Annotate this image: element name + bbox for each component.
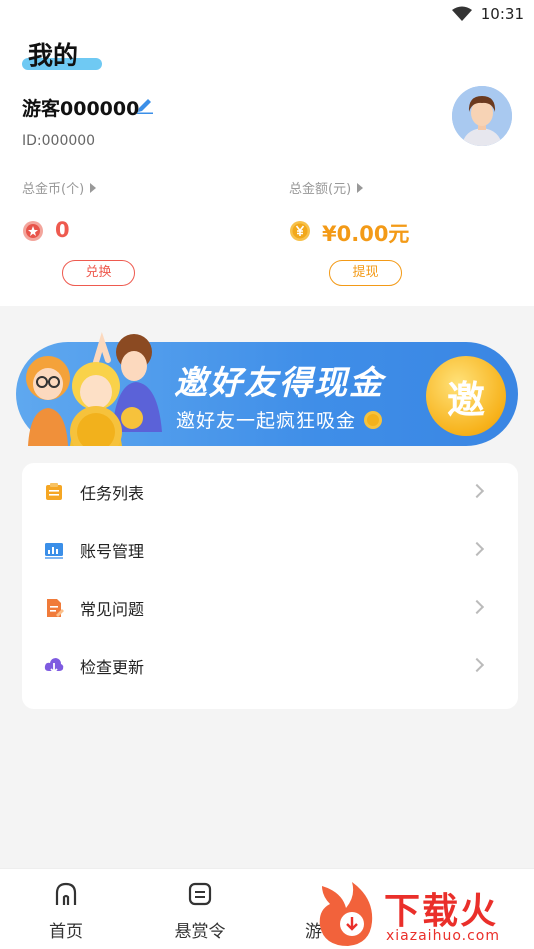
chevron-right-icon: [469, 599, 485, 615]
banner-title: 邀好友得现金: [174, 363, 384, 402]
wifi-icon: [452, 6, 472, 21]
withdraw-button[interactable]: 提现: [329, 260, 402, 286]
menu-label: 常见问题: [80, 600, 145, 619]
balance-label[interactable]: 总金额(元): [289, 178, 364, 197]
coin-icon: [364, 411, 383, 429]
banner-subtitle: 邀好友一起疯狂吸金: [176, 406, 383, 433]
watermark: 下载火 xiazaihuo.com: [312, 878, 534, 949]
page-title: 我的: [28, 41, 79, 70]
menu-card: 任务列表 账号管理 常见问题 检查更新: [22, 463, 518, 709]
bounty-icon: [188, 882, 212, 906]
avatar-icon: [452, 86, 512, 146]
coins-label[interactable]: 总金币(个): [22, 178, 97, 197]
watermark-brand: 下载火: [384, 891, 499, 932]
edit-icon[interactable]: [136, 94, 154, 114]
user-id: ID:000000: [22, 133, 96, 149]
avatar[interactable]: [452, 86, 512, 146]
nav-item-home[interactable]: 首页: [16, 869, 116, 949]
menu-item-task-list[interactable]: 任务列表: [22, 463, 518, 521]
menu-label: 任务列表: [80, 484, 145, 503]
menu-label: 检查更新: [80, 658, 145, 677]
caret-right-icon: [90, 183, 97, 193]
invite-banner[interactable]: 邀好友得现金 邀好友一起疯狂吸金 邀: [16, 332, 518, 446]
coins-value: 0: [55, 218, 70, 242]
chevron-right-icon: [469, 657, 485, 673]
home-icon: [55, 882, 77, 905]
account-icon: [45, 543, 63, 559]
faq-icon: [47, 599, 64, 617]
watermark-url: xiazaihuo.com: [386, 928, 500, 944]
yen-coin-icon: [290, 221, 310, 241]
nav-item-bounty[interactable]: 悬赏令: [150, 869, 250, 949]
update-icon: [44, 658, 64, 674]
banner-illustration: [26, 332, 162, 446]
nav-label: 悬赏令: [174, 922, 226, 942]
menu-item-account[interactable]: 账号管理: [22, 521, 518, 579]
exchange-button[interactable]: 兑换: [62, 260, 135, 286]
status-time: 10:31: [480, 5, 524, 23]
profile-header: 我的 游客000000 ID:000000 总金币(个) 0 兑换 总金额(元)…: [0, 28, 534, 306]
caret-right-icon: [357, 183, 364, 193]
menu-item-check-update[interactable]: 检查更新: [22, 637, 518, 695]
chevron-right-icon: [469, 541, 485, 557]
invite-badge: 邀: [426, 356, 506, 436]
nav-label: 首页: [49, 922, 83, 942]
task-list-icon: [46, 483, 62, 500]
balance-value: ¥0.00元: [322, 222, 410, 246]
flame-logo-icon: [319, 882, 373, 946]
menu-item-faq[interactable]: 常见问题: [22, 579, 518, 637]
menu-label: 账号管理: [80, 542, 145, 561]
status-bar: 10:31: [0, 0, 534, 28]
coin-icon: [23, 221, 43, 241]
username: 游客000000: [22, 98, 140, 120]
chevron-right-icon: [469, 483, 485, 499]
